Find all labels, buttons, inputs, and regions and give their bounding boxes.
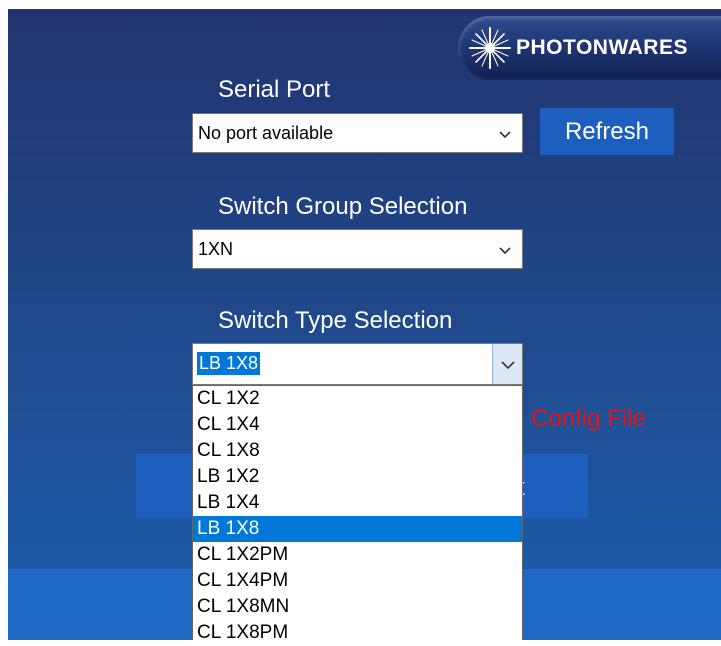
dropdown-option[interactable]: CL 1X8PM	[193, 620, 522, 640]
dropdown-option[interactable]: LB 1X8	[193, 516, 522, 542]
chevron-down-icon	[501, 361, 515, 370]
serial-port-label: Serial Port	[218, 76, 331, 103]
dropdown-option[interactable]: CL 1X4	[193, 412, 522, 438]
dropdown-option[interactable]: CL 1X2PM	[193, 542, 522, 568]
config-file-text: Config File	[531, 405, 646, 432]
serial-port-select[interactable]: No port available	[192, 113, 523, 153]
switch-group-select[interactable]: 1XN	[192, 229, 523, 269]
dropdown-option[interactable]: CL 1X4PM	[193, 568, 522, 594]
logo-text: PHOTONWARES	[516, 36, 688, 59]
dropdown-option[interactable]: CL 1X8MN	[193, 594, 522, 620]
switch-type-label: Switch Type Selection	[218, 307, 453, 334]
switch-type-select[interactable]: LB 1X8	[192, 343, 523, 385]
refresh-button[interactable]: Refresh	[540, 108, 674, 155]
dropdown-option[interactable]: LB 1X2	[193, 464, 522, 490]
main-panel: PHOTONWARES Serial Port No port availabl…	[8, 9, 721, 640]
serial-port-value: No port available	[198, 123, 334, 143]
switch-type-dropdown-list[interactable]: CL 1X2 CL 1X4 CL 1X8 LB 1X2 LB 1X4 LB 1X8 CL 1…	[192, 385, 523, 640]
switch-type-value: LB 1X8	[197, 352, 261, 375]
dropdown-option[interactable]: CL 1X2	[193, 386, 522, 412]
star-burst-icon	[468, 26, 512, 70]
chevron-down-icon	[498, 127, 512, 141]
switch-group-value: 1XN	[198, 239, 234, 259]
dropdown-option[interactable]: LB 1X4	[193, 490, 522, 516]
switch-group-label: Switch Group Selection	[218, 193, 468, 220]
chevron-down-icon	[498, 243, 512, 257]
dropdown-toggle[interactable]	[492, 344, 522, 384]
dropdown-option[interactable]: CL 1X8	[193, 438, 522, 464]
photonwares-logo: PHOTONWARES	[458, 16, 721, 80]
